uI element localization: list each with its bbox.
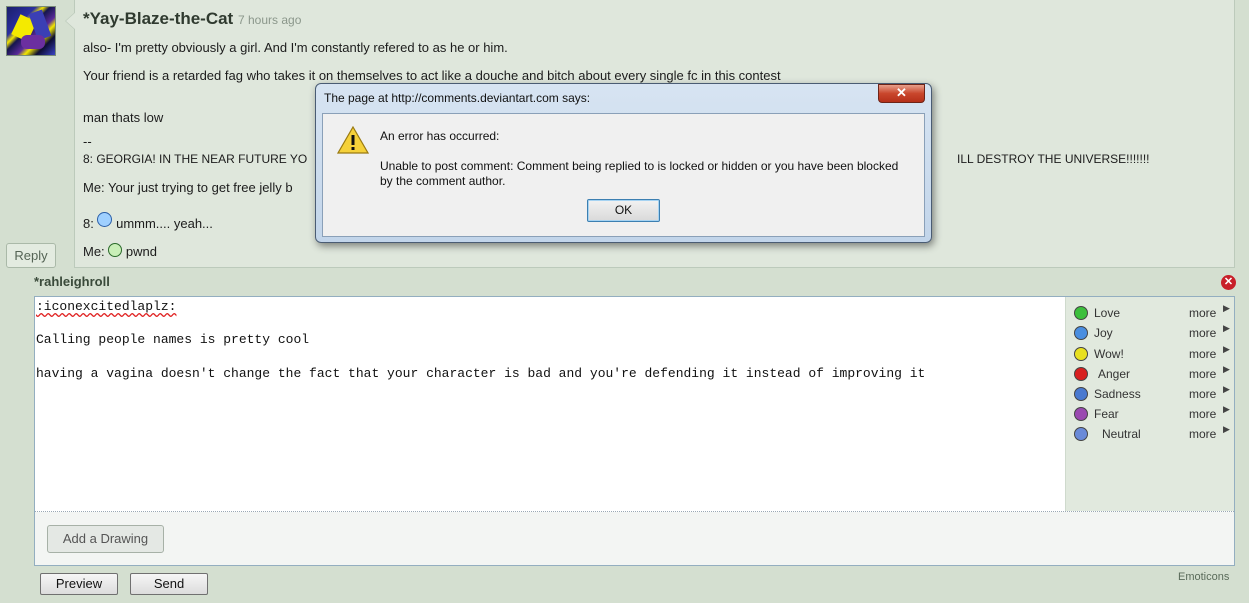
textarea-line: having a vagina doesn't change the fact … <box>36 366 926 381</box>
emoticon-label[interactable]: Anger <box>1098 367 1130 381</box>
comment-line: ILL DESTROY THE UNIVERSE!!!!!!! <box>957 152 1150 166</box>
warning-icon <box>337 126 369 154</box>
avatar-art <box>21 35 45 49</box>
comment-line: also- I'm pretty obviously a girl. And I… <box>83 40 508 55</box>
chevron-right-icon[interactable]: ▶ <box>1223 384 1230 395</box>
comment-line-prefix: Me: <box>83 244 105 259</box>
emoticon-row-anger[interactable]: Anger more ▶ <box>1072 364 1230 385</box>
comment-line-text: pwnd <box>125 244 157 259</box>
avatar[interactable] <box>6 6 56 56</box>
ok-button[interactable]: OK <box>587 199 660 222</box>
comment-line: -- <box>83 134 92 149</box>
comment-author[interactable]: *Yay-Blaze-the-Cat <box>83 9 233 29</box>
comment-line: 8: ummm.... yeah... <box>83 212 213 231</box>
emoticon-label[interactable]: Joy <box>1094 326 1113 340</box>
comment-line: Me: Your just trying to get free jelly b <box>83 180 293 195</box>
preview-button[interactable]: Preview <box>40 573 118 595</box>
dialog-title: The page at http://comments.deviantart.c… <box>324 91 591 105</box>
neutral-emoticon-icon[interactable] <box>1074 427 1088 441</box>
close-icon[interactable]: ✕ <box>878 84 925 103</box>
reply-editor: :iconexcitedlaplz: Calling people names … <box>34 296 1235 566</box>
emoticon-row-sadness[interactable]: Sadness more ▶ <box>1072 384 1230 405</box>
fear-emoticon-icon[interactable] <box>1074 407 1088 421</box>
joy-emoticon-icon[interactable] <box>1074 326 1088 340</box>
close-reply-icon[interactable]: ✕ <box>1221 275 1236 290</box>
emoticon-row-joy[interactable]: Joy more ▶ <box>1072 323 1230 344</box>
comment-line: Your friend is a retarded fag who takes … <box>83 68 781 83</box>
comment-line: man thats low <box>83 110 164 125</box>
emoticon-more-link[interactable]: more <box>1189 326 1216 340</box>
comment-line: 8: GEORGIA! IN THE NEAR FUTURE YO <box>83 152 308 166</box>
drawing-bar: Add a Drawing <box>35 512 1234 565</box>
emoticon-label[interactable]: Love <box>1094 306 1120 320</box>
emoticon-more-link[interactable]: more <box>1189 387 1216 401</box>
emoticon-row-love[interactable]: Love more ▶ <box>1072 303 1230 324</box>
sadness-emoticon-icon[interactable] <box>1074 387 1088 401</box>
textarea-line: :iconexcitedlaplz: <box>36 299 177 314</box>
chevron-right-icon[interactable]: ▶ <box>1223 303 1230 314</box>
emoticon-label[interactable]: Fear <box>1094 407 1119 421</box>
pwnd-emote-icon <box>108 243 123 257</box>
chevron-right-icon[interactable]: ▶ <box>1223 424 1230 435</box>
emoticon-label[interactable]: Sadness <box>1094 387 1141 401</box>
dialog-message: An error has occurred: <box>380 129 500 143</box>
chevron-right-icon[interactable]: ▶ <box>1223 323 1230 334</box>
add-drawing-button[interactable]: Add a Drawing <box>47 525 164 553</box>
emoticon-row-fear[interactable]: Fear more ▶ <box>1072 404 1230 425</box>
reply-author[interactable]: *rahleighroll <box>34 274 110 289</box>
comment-timestamp[interactable]: 7 hours ago <box>238 13 301 27</box>
comment-line-prefix: 8: <box>83 216 94 231</box>
wow-emoticon-icon[interactable] <box>1074 347 1088 361</box>
emoticon-more-link[interactable]: more <box>1189 306 1216 320</box>
reply-button[interactable]: Reply <box>6 243 56 268</box>
emoticon-row-neutral[interactable]: Neutral more ▶ <box>1072 424 1230 445</box>
emoticon-panel: Love more ▶ Joy more ▶ Wow! more ▶ Anger… <box>1065 297 1234 511</box>
textarea-line: Calling people names is pretty cool <box>36 332 310 347</box>
send-button[interactable]: Send <box>130 573 208 595</box>
alert-dialog: The page at http://comments.deviantart.c… <box>315 83 932 243</box>
emoticon-more-link[interactable]: more <box>1189 367 1216 381</box>
dialog-detail: Unable to post comment: Comment being re… <box>380 159 899 188</box>
emoticon-label[interactable]: Neutral <box>1102 427 1141 441</box>
anger-emoticon-icon[interactable] <box>1074 367 1088 381</box>
chevron-right-icon[interactable]: ▶ <box>1223 344 1230 355</box>
emoticon-row-wow[interactable]: Wow! more ▶ <box>1072 344 1230 365</box>
comment-line-text: ummm.... yeah... <box>116 216 213 231</box>
emoticons-link[interactable]: Emoticons <box>1178 571 1229 583</box>
comment-line: Me: pwnd <box>83 243 157 259</box>
emoticon-more-link[interactable]: more <box>1189 407 1216 421</box>
emoticon-more-link[interactable]: more <box>1189 347 1216 361</box>
emoticon-more-link[interactable]: more <box>1189 427 1216 441</box>
emoticon-label[interactable]: Wow! <box>1094 347 1124 361</box>
joy-emote-icon <box>97 212 113 227</box>
dialog-body: An error has occurred: Unable to post co… <box>322 113 925 237</box>
chevron-right-icon[interactable]: ▶ <box>1223 364 1230 375</box>
chevron-right-icon[interactable]: ▶ <box>1223 404 1230 415</box>
comment-textarea[interactable]: :iconexcitedlaplz: Calling people names … <box>35 297 1066 511</box>
love-emoticon-icon[interactable] <box>1074 306 1088 320</box>
